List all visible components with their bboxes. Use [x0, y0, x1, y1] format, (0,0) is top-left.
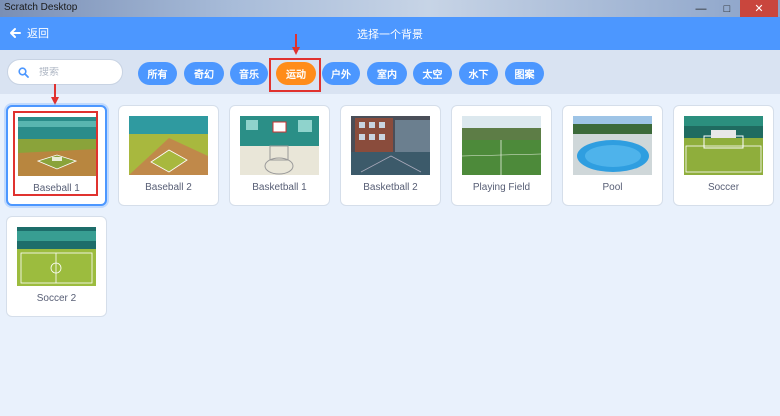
tag-outdoors[interactable]: 户外: [322, 62, 360, 85]
annotation-box-card: [13, 111, 98, 196]
minimize-button[interactable]: —: [688, 0, 714, 17]
window-controls: — □ ✕: [688, 0, 778, 17]
tag-all[interactable]: 所有: [138, 62, 177, 85]
tag-fantasy[interactable]: 奇幻: [184, 62, 224, 85]
backdrop-name: Pool: [602, 182, 623, 193]
tag-patterns[interactable]: 图案: [505, 62, 544, 85]
annotation-arrowhead-tag: [292, 47, 300, 55]
backdrop-card-basketball-1[interactable]: Basketball 1: [229, 105, 330, 206]
backdrop-thumbnail: [462, 116, 541, 175]
annotation-arrowhead-card: [51, 97, 59, 105]
backdrop-card-soccer[interactable]: Soccer: [673, 105, 774, 206]
backdrop-card-pool[interactable]: Pool: [562, 105, 663, 206]
backdrop-card-playing-field[interactable]: Playing Field: [451, 105, 552, 206]
window-title: Scratch Desktop: [4, 2, 78, 13]
backdrop-thumbnail: [573, 116, 652, 175]
search-input[interactable]: [39, 66, 109, 78]
backdrop-name: Soccer: [707, 182, 740, 193]
backdrop-name: Basketball 2: [363, 182, 418, 193]
window-titlebar: Scratch Desktop — □ ✕: [0, 0, 780, 17]
close-button[interactable]: ✕: [740, 0, 778, 17]
backdrop-thumbnail: [684, 116, 763, 175]
annotation-arrow-card: [54, 84, 56, 98]
tag-space[interactable]: 太空: [413, 62, 452, 85]
backdrop-name: Baseball 2: [145, 182, 192, 193]
backdrop-thumbnail: [17, 227, 96, 286]
backdrop-thumbnail: [351, 116, 430, 175]
tag-indoors[interactable]: 室内: [367, 62, 407, 85]
backdrop-card-baseball-2[interactable]: Baseball 2: [118, 105, 219, 206]
annotation-box-tag: [269, 58, 321, 92]
backdrop-name: Playing Field: [472, 182, 531, 193]
backdrop-thumbnail: [129, 116, 208, 175]
tag-music[interactable]: 音乐: [230, 62, 268, 85]
backdrop-name: Basketball 1: [252, 182, 307, 193]
search-icon: [18, 66, 29, 78]
annotation-arrow-tag: [295, 34, 297, 48]
library-header: 返回 选择一个背景: [0, 17, 780, 50]
maximize-button[interactable]: □: [714, 0, 740, 17]
backdrop-name: Soccer 2: [36, 293, 77, 304]
backdrop-card-basketball-2[interactable]: Basketball 2: [340, 105, 441, 206]
filter-bar: 所有 奇幻 音乐 运动 户外 室内 太空 水下 图案: [0, 50, 780, 94]
backdrop-thumbnail: [240, 116, 319, 175]
page-title: 选择一个背景: [357, 29, 423, 41]
search-box[interactable]: [7, 59, 123, 85]
backdrop-card-soccer-2[interactable]: Soccer 2: [6, 216, 107, 317]
tag-underwater[interactable]: 水下: [459, 62, 498, 85]
